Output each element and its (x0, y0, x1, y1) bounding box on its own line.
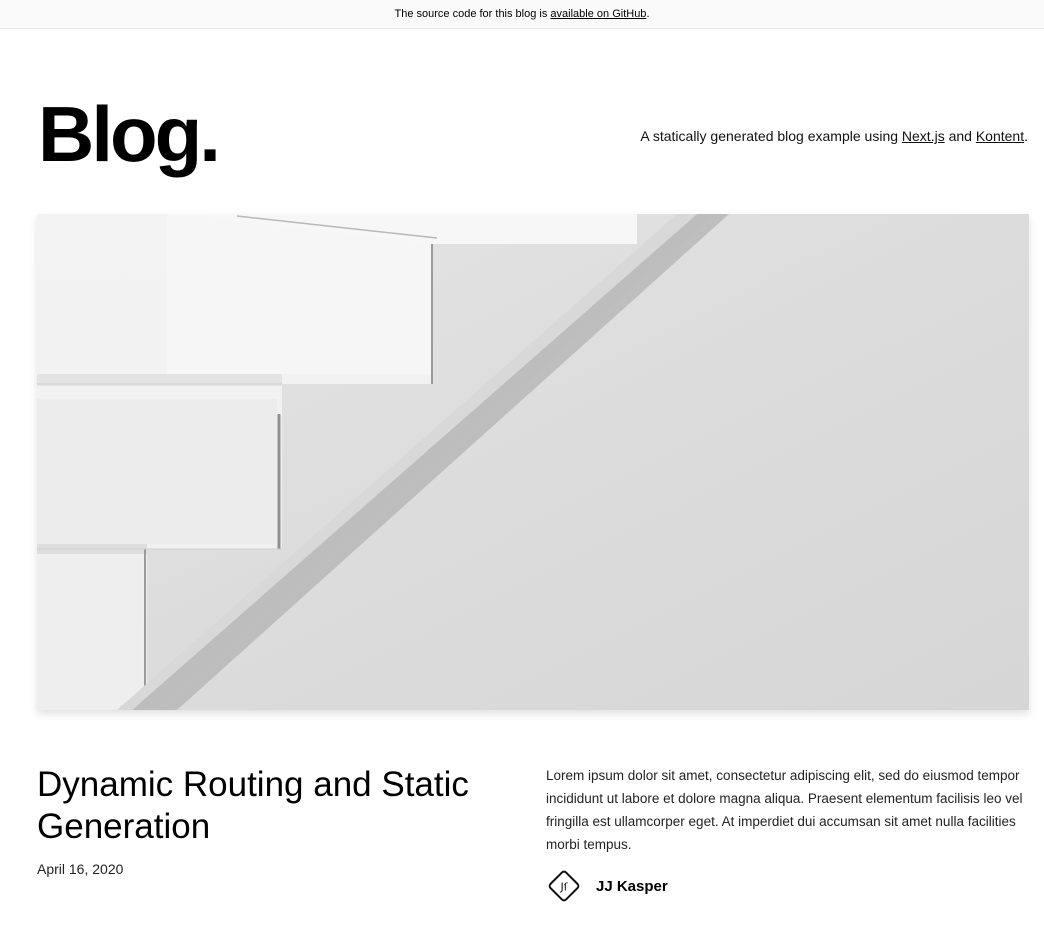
tagline-and: and (944, 128, 976, 144)
post-excerpt: Lorem ipsum dolor sit amet, consectetur … (546, 768, 1023, 852)
tagline-prefix: A statically generated blog example usin… (640, 128, 902, 144)
banner-text: The source code for this blog is (394, 8, 551, 20)
post-title[interactable]: Dynamic Routing and Static Generation (37, 764, 507, 848)
site-title[interactable]: Blog. (38, 86, 221, 182)
nextjs-link[interactable]: Next.js (902, 128, 945, 144)
source-banner: The source code for this blog is availab… (0, 0, 1044, 29)
author-name: JJ Kasper (596, 877, 668, 895)
svg-text:Jſ: Jſ (559, 881, 568, 894)
tagline-suffix: . (1024, 128, 1028, 144)
post-date: April 16, 2020 (37, 861, 124, 877)
kontent-link[interactable]: Kontent (976, 128, 1024, 144)
github-link[interactable]: available on GitHub (550, 8, 646, 20)
banner-suffix: . (646, 8, 650, 20)
staircase-photo (37, 214, 1029, 710)
jj-logo-avatar-icon: Jſ (546, 868, 582, 904)
site-tagline: A statically generated blog example usin… (640, 127, 1028, 145)
author: Jſ JJ Kasper (546, 868, 668, 904)
cover-image[interactable] (37, 214, 1029, 710)
